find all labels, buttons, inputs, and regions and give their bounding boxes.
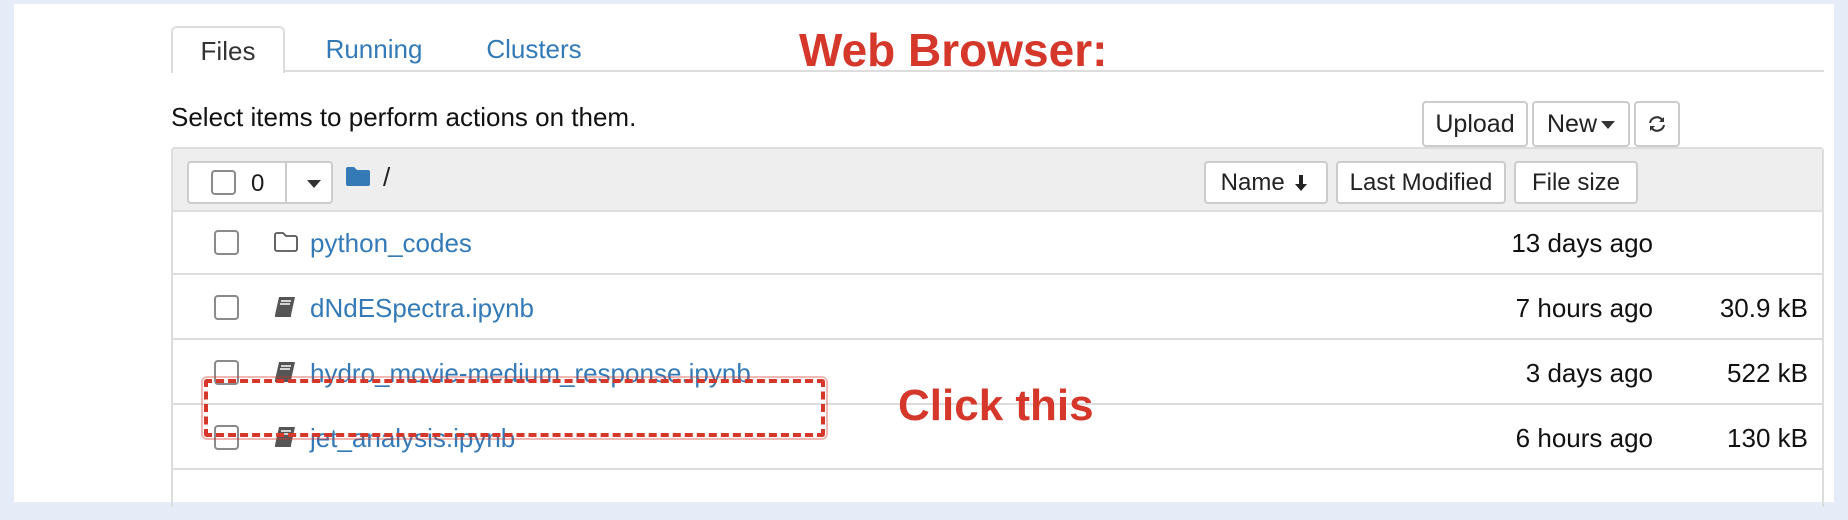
new-dropdown-button[interactable]: New <box>1532 101 1630 147</box>
sort-by-name-button[interactable]: Name <box>1204 161 1328 204</box>
annotation-title: Web Browser: <box>799 24 1108 76</box>
notebook-icon <box>275 297 295 317</box>
file-modified: 6 hours ago <box>1515 423 1653 453</box>
file-size: 30.9 kB <box>1719 293 1808 323</box>
new-button-label: New <box>1546 110 1597 138</box>
file-name-link[interactable]: python_codes <box>310 227 472 259</box>
file-modified: 3 days ago <box>1525 358 1653 388</box>
current-path[interactable]: / <box>383 162 390 192</box>
file-modified: 13 days ago <box>1511 228 1653 258</box>
row-checkbox[interactable] <box>214 230 239 255</box>
click-this-annotation: Click this <box>898 381 1094 430</box>
tab-running[interactable]: Running <box>304 26 444 73</box>
refresh-button[interactable] <box>1634 101 1680 147</box>
row-checkbox[interactable] <box>214 295 239 320</box>
folder-outline-icon <box>274 232 298 252</box>
tab-files[interactable]: Files <box>171 26 285 73</box>
highlight-annotation-box <box>201 376 828 440</box>
file-size: 130 kB <box>1727 423 1808 453</box>
select-menu-caret-icon[interactable] <box>307 180 321 188</box>
tab-clusters[interactable]: Clusters <box>469 26 599 73</box>
caret-down-icon <box>1601 121 1615 130</box>
list-item: python_codes 13 days ago <box>173 212 1822 275</box>
file-size: 522 kB <box>1727 358 1808 388</box>
file-list-header: 0 / Name Last Modified File size <box>173 149 1822 212</box>
refresh-icon <box>1649 116 1665 132</box>
sort-name-label: Name <box>1220 169 1285 196</box>
divider <box>285 163 287 202</box>
page: Files Running Clusters Web Browser: Sele… <box>14 4 1834 507</box>
list-item: dNdESpectra.ipynb 7 hours ago 30.9 kB <box>173 277 1822 340</box>
selected-count: 0 <box>251 170 265 197</box>
arrow-down-icon <box>1295 175 1308 191</box>
folder-icon <box>346 167 370 186</box>
upload-button[interactable]: Upload <box>1422 101 1528 147</box>
select-all-group: 0 <box>187 161 333 204</box>
file-modified: 7 hours ago <box>1515 293 1653 323</box>
sort-by-size-button[interactable]: File size <box>1514 161 1638 204</box>
select-all-checkbox[interactable] <box>211 170 236 195</box>
selection-hint: Select items to perform actions on them. <box>171 102 637 132</box>
file-name-link[interactable]: dNdESpectra.ipynb <box>310 292 534 324</box>
sort-by-modified-button[interactable]: Last Modified <box>1336 161 1506 204</box>
file-list: 0 / Name Last Modified File size python_… <box>171 147 1824 507</box>
